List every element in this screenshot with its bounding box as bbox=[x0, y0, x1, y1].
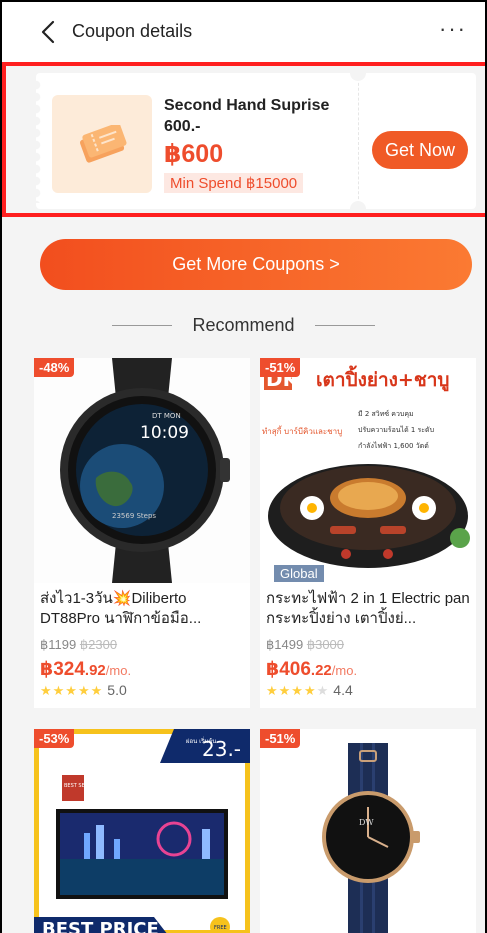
product-name: ส่งไว1-3วัน💥Diliberto DT88Pro นาฬิกาข้อม… bbox=[40, 590, 202, 627]
old-price: ฿2300 bbox=[79, 637, 118, 652]
star-empty-icon: ★ bbox=[316, 683, 330, 698]
product-image: DK เตาปิ้งย่าง+ชาบู ทำสุกี้ บาร์บีคิวและ… bbox=[260, 358, 476, 583]
coupon-notch bbox=[350, 65, 366, 81]
price-row: ฿1499 ฿3000 bbox=[266, 637, 344, 653]
watch-time-text: 10:09 bbox=[140, 423, 189, 443]
coupon-amount: ฿600 bbox=[164, 140, 224, 168]
product-name: กระทะไฟฟ้า 2 in 1 Electric pan กระทะปิ้ง… bbox=[266, 590, 470, 627]
star-icon: ★★★★★ bbox=[40, 683, 104, 698]
monthly-price-main: ฿406 bbox=[266, 659, 311, 680]
discount-badge: -51% bbox=[260, 729, 301, 748]
product-card[interactable]: DT MON 10:09 23569 Steps -48% ส่งไว1-3วั… bbox=[34, 358, 250, 708]
grill-feature-text: มี 2 สวิทซ์ ควบคุม bbox=[358, 410, 414, 418]
rating: ★★★★★ 5.0 bbox=[40, 682, 127, 699]
smartwatch-image: DT MON 10:09 23569 Steps bbox=[34, 358, 250, 583]
grill-headline-text: เตาปิ้งย่าง+ชาบู bbox=[316, 365, 449, 392]
coupon-name: Second Hand Suprise 600.- bbox=[164, 97, 330, 135]
discount-badge: -53% bbox=[34, 729, 75, 748]
header-bar: Coupon details ··· bbox=[2, 2, 485, 62]
coupon-divider bbox=[358, 73, 359, 209]
grill-pan-image: DK เตาปิ้งย่าง+ชาบู ทำสุกี้ บาร์บีคิวและ… bbox=[260, 358, 476, 583]
price: ฿1499 bbox=[266, 637, 304, 652]
watch-brand-text: DW bbox=[359, 818, 374, 827]
coupon-thumbnail bbox=[52, 95, 152, 193]
old-price: ฿3000 bbox=[306, 637, 345, 652]
recommend-label: Recommend bbox=[192, 315, 295, 335]
monthly-price: ฿324.92/mo. bbox=[40, 658, 131, 681]
more-horizontal-icon[interactable]: ··· bbox=[439, 18, 467, 40]
seller-badge-text: BEST SELLER bbox=[64, 783, 97, 789]
discount-badge: -51% bbox=[260, 358, 301, 377]
global-badge: Global bbox=[274, 565, 324, 582]
coupon-notch bbox=[350, 201, 366, 217]
grill-feature-text: ปรับความร้อนได้ 1 ระดับ bbox=[358, 425, 434, 434]
tv-image: ผ่อน เริ่มต้น 23.- BEST SELLER BEST PRIC… bbox=[34, 729, 250, 933]
ticket-icon bbox=[80, 125, 127, 163]
chevron-left-icon[interactable] bbox=[36, 19, 62, 45]
product-image: ผ่อน เริ่มต้น 23.- BEST SELLER BEST PRIC… bbox=[34, 729, 250, 933]
wristwatch-image: DW bbox=[260, 729, 476, 933]
divider-line bbox=[315, 325, 375, 326]
rating: ★★★★★ 4.4 bbox=[266, 682, 353, 699]
watch-steps-text: 23569 Steps bbox=[112, 512, 156, 520]
screen: Coupon details ··· Second Hand Suprise 6… bbox=[0, 0, 487, 933]
coupon-card: Second Hand Suprise 600.- ฿600 Min Spend… bbox=[36, 65, 476, 217]
monthly-price: ฿406.22/mo. bbox=[266, 658, 357, 681]
discount-badge: -48% bbox=[34, 358, 75, 377]
product-card[interactable]: ผ่อน เริ่มต้น 23.- BEST SELLER BEST PRIC… bbox=[34, 729, 250, 933]
free-badge-text: FREE bbox=[214, 925, 227, 931]
price: ฿1199 bbox=[40, 637, 77, 652]
grill-tag-text: ทำสุกี้ บาร์บีคิวและชาบู bbox=[262, 425, 342, 437]
monthly-price-main: ฿324 bbox=[40, 659, 85, 680]
monthly-unit: /mo. bbox=[331, 663, 358, 678]
promo-big-text: 23.- bbox=[202, 737, 241, 761]
rating-value: 4.4 bbox=[333, 682, 353, 698]
product-image: DT MON 10:09 23569 Steps -48% bbox=[34, 358, 250, 583]
grill-feature-text: กำลังไฟฟ้า 1,600 วัตต์ bbox=[358, 441, 429, 450]
divider-line bbox=[112, 325, 172, 326]
get-more-coupons-button[interactable]: Get More Coupons > bbox=[40, 239, 472, 290]
get-now-button[interactable]: Get Now bbox=[372, 131, 468, 169]
product-card[interactable]: DW -51% bbox=[260, 729, 476, 933]
page-title: Coupon details bbox=[72, 21, 193, 41]
watch-day-text: DT MON bbox=[152, 412, 181, 420]
product-image: DW -51% bbox=[260, 729, 476, 933]
star-icon: ★★★★ bbox=[266, 683, 317, 698]
recommend-heading: Recommend bbox=[2, 312, 485, 340]
monthly-price-decimal: .22 bbox=[310, 662, 332, 679]
coupon-perforation bbox=[36, 79, 44, 203]
monthly-price-decimal: .92 bbox=[84, 662, 106, 679]
product-card[interactable]: DK เตาปิ้งย่าง+ชาบู ทำสุกี้ บาร์บีคิวและ… bbox=[260, 358, 476, 708]
rating-value: 5.0 bbox=[107, 682, 127, 698]
coupon-min-spend: Min Spend ฿15000 bbox=[164, 173, 304, 193]
best-price-text: BEST PRICE bbox=[42, 919, 159, 933]
coupon-section: Second Hand Suprise 600.- ฿600 Min Spend… bbox=[2, 62, 485, 227]
price-row: ฿1199 ฿2300 bbox=[40, 637, 117, 653]
monthly-unit: /mo. bbox=[105, 663, 132, 678]
